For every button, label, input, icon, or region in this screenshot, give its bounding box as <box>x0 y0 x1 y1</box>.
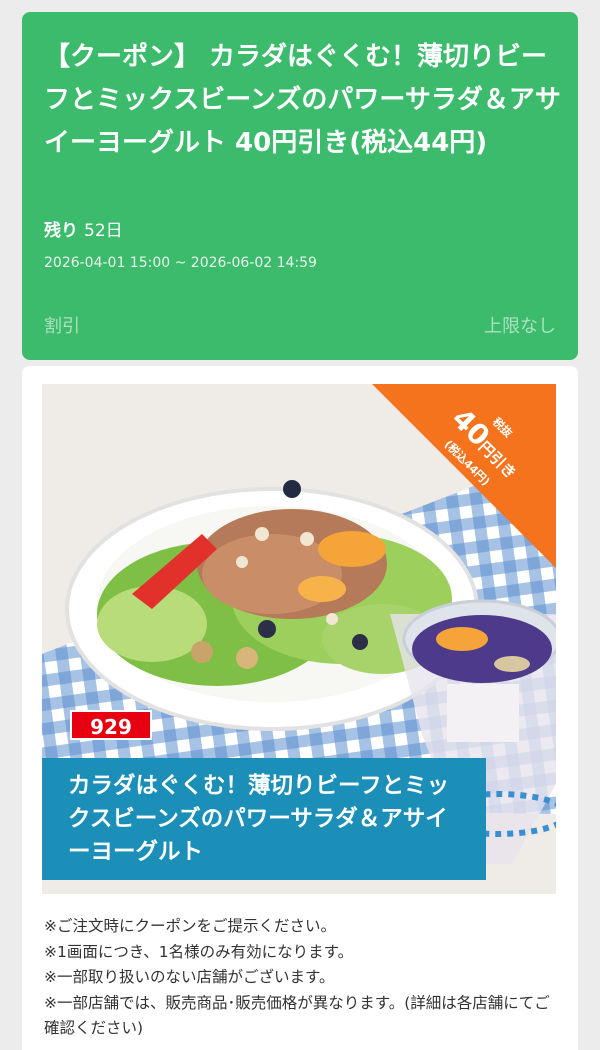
coupon-content-card: 税抜 40円引き (税込44円) 929 カラダはぐくむ！薄切りビーフとミックス… <box>22 366 578 1050</box>
orange-slice <box>318 531 386 567</box>
note-item: ※一部取り扱いのない店舗がございます。 <box>44 968 335 986</box>
remaining-days: 残り 52日 <box>44 216 123 241</box>
note-item: ※1画面につき、1名様のみ有効になります。 <box>44 942 354 961</box>
remaining-label: 残り <box>44 221 78 241</box>
coupon-header-card: 【クーポン】 カラダはぐくむ！薄切りビーフとミックスビーンズのパワーサラダ＆アサ… <box>22 12 578 360</box>
remaining-days-value: 52日 <box>84 221 123 241</box>
promo-image: 税抜 40円引き (税込44円) 929 カラダはぐくむ！薄切りビーフとミックス… <box>42 384 556 894</box>
usage-limit-label: 上限なし <box>484 316 556 337</box>
coupon-title: 【クーポン】 カラダはぐくむ！薄切りビーフとミックスビーンズのパワーサラダ＆アサ… <box>44 42 561 158</box>
note-item: ※一部店舗では、販売商品･販売価格が異なります。(詳細は各店舗にてご確認ください… <box>44 993 550 1038</box>
validity-period: 2026-04-01 15:00 ~ 2026-06-02 14:59 <box>44 255 317 271</box>
coupon-notes: ※ご注文時にクーポンをご提示ください。 ※1画面につき、1名様のみ有効になります… <box>44 914 560 1042</box>
item-name-banner: カラダはぐくむ！薄切りビーフとミックスビーンズのパワーサラダ＆アサイーヨーグルト <box>42 758 486 880</box>
discount-type-label: 割引 <box>44 316 80 337</box>
item-number-badge: 929 <box>70 710 152 740</box>
note-item: ※ご注文時にクーポンをご提示ください。 <box>44 917 336 935</box>
acai-yogurt <box>412 615 552 683</box>
